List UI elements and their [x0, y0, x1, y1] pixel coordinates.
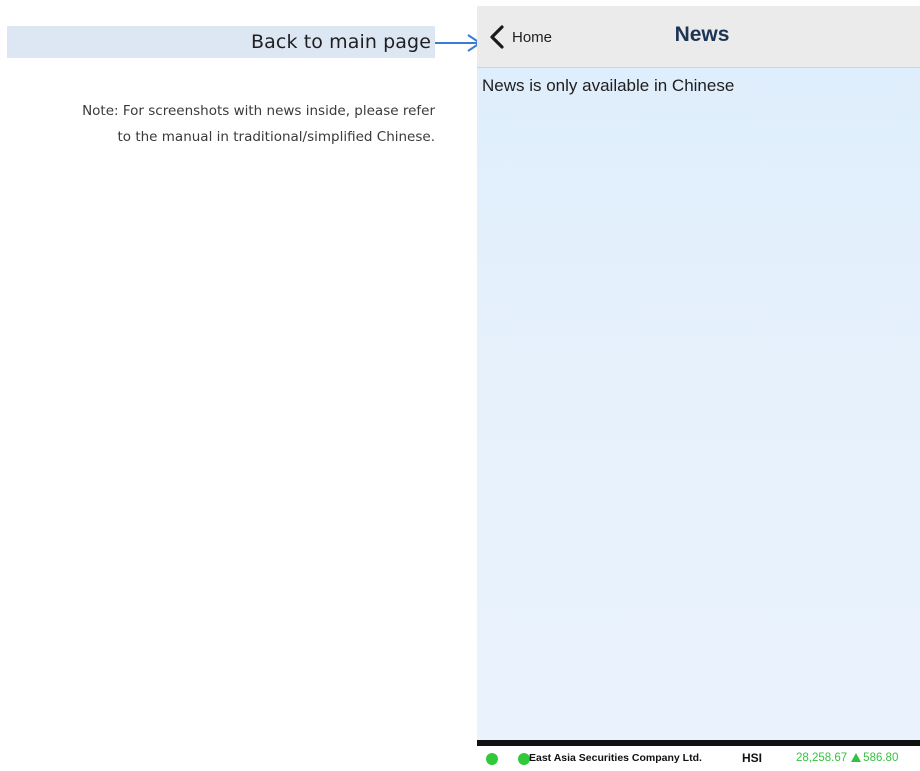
callout-label: Back to main page [251, 31, 431, 53]
note-line-1: Note: For screenshots with news inside, … [82, 103, 435, 119]
note-text: Note: For screenshots with news inside, … [10, 98, 435, 150]
callout-box: Back to main page [7, 26, 435, 58]
index-name: HSI [742, 751, 763, 765]
back-button-label: Home [512, 28, 553, 46]
company-name: East Asia Securities Company Ltd. [529, 752, 702, 764]
navigation-bar: Home News [477, 6, 920, 68]
note-line-2: to the manual in traditional/simplified … [117, 129, 435, 145]
status-dot-icon [486, 753, 498, 765]
index-change: 586.80 [863, 752, 899, 764]
page-title: News [674, 23, 730, 46]
index-value: 28,258.67 [796, 752, 848, 764]
index-quote: 28,258.67 586.80 [796, 752, 898, 764]
back-home-button[interactable]: Home [489, 22, 552, 52]
app-screen: Home News News is only available in Chin… [477, 6, 920, 771]
news-content-area[interactable]: News is only available in Chinese [477, 68, 920, 740]
screenshot-root: Back to main page Note: For screenshots … [0, 0, 920, 771]
chevron-left-icon [490, 25, 504, 49]
triangle-up-icon [851, 753, 862, 762]
ticker-bar: East Asia Securities Company Ltd. HSI 28… [477, 746, 920, 771]
news-unavailable-message: News is only available in Chinese [482, 76, 735, 95]
